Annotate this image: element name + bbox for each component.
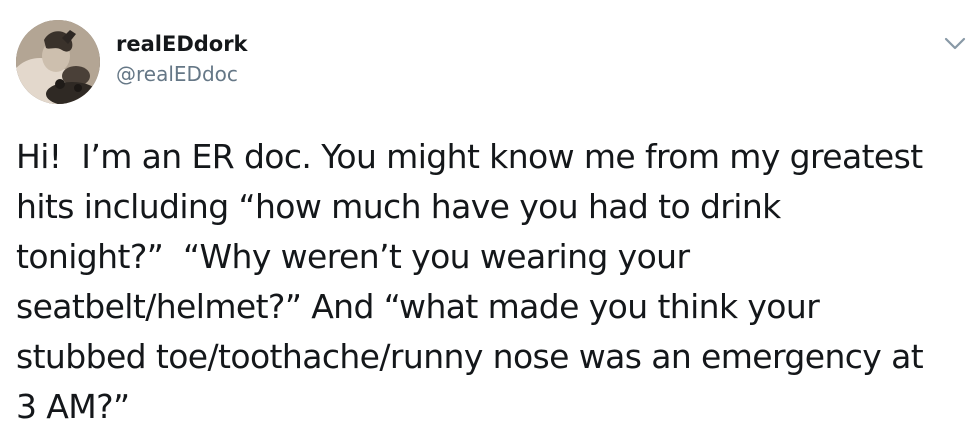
user-info: realEDdork @realEDdoc xyxy=(116,30,248,88)
avatar[interactable] xyxy=(16,20,100,104)
display-name[interactable]: realEDdork xyxy=(116,30,248,58)
avatar-image xyxy=(16,20,100,104)
chevron-down-icon[interactable] xyxy=(944,36,966,50)
tweet-text: Hi! I’m an ER doc. You might know me fro… xyxy=(16,137,924,426)
tweet-card: realEDdork @realEDdoc Hi! I’m an ER doc.… xyxy=(0,0,980,439)
user-handle[interactable]: @realEDdoc xyxy=(116,60,248,88)
